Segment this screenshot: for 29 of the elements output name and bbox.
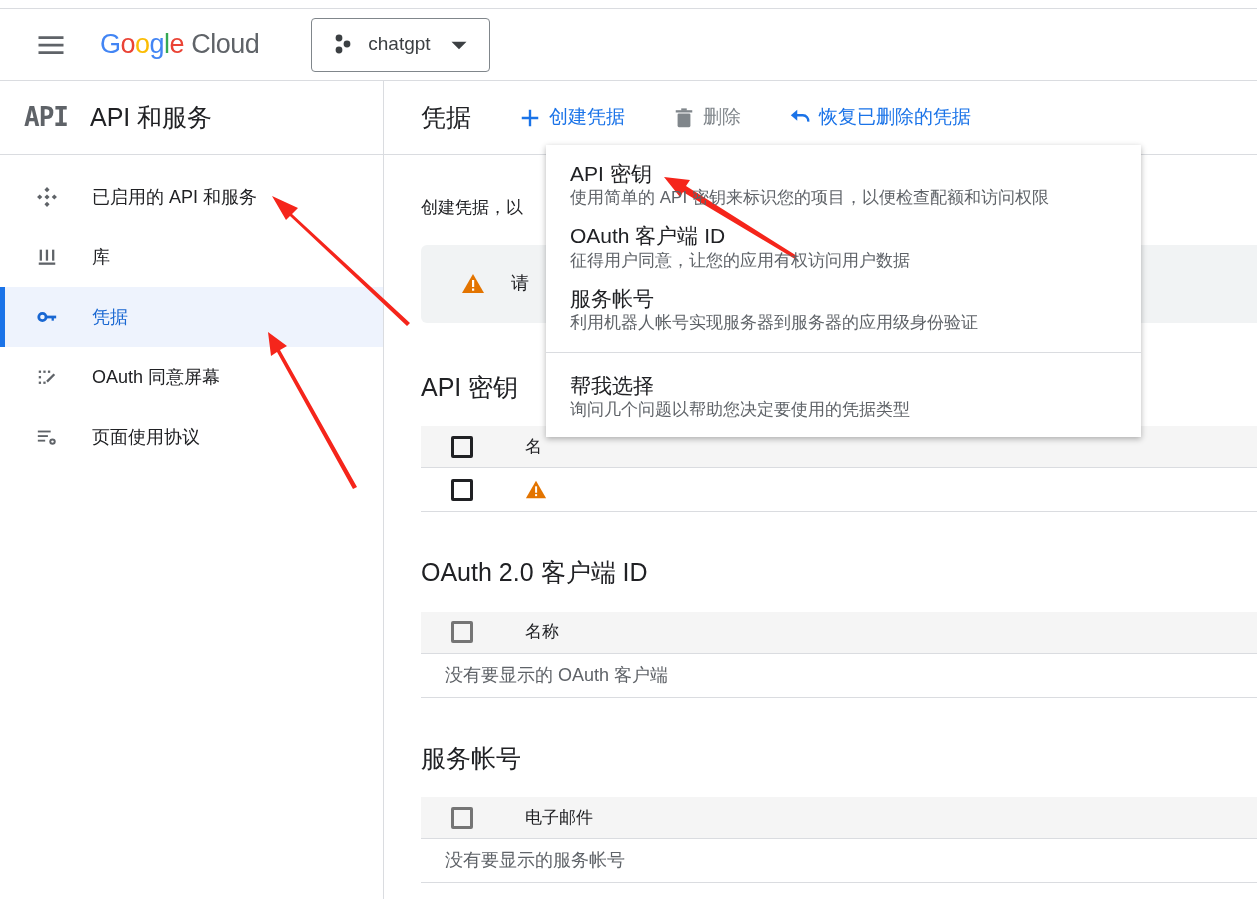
checkbox[interactable] [451, 435, 473, 458]
sidebar-title: API 和服务 [89, 101, 213, 133]
toolbar-button[interactable]: 创建凭据 [515, 103, 629, 132]
column-header: 电子邮件 [525, 806, 593, 829]
alert-text: 请 [511, 272, 529, 295]
menu-item[interactable]: 服务帐号 利用机器人帐号实现服务器到服务器的应用级身份验证 [546, 277, 1141, 341]
sidebar-item[interactable]: OAuth 同意屏幕 [0, 347, 383, 407]
menu-item[interactable]: 帮我选择 询问几个问题以帮助您决定要使用的凭据类型 [546, 365, 1141, 428]
checkbox[interactable] [451, 478, 473, 501]
project-selector[interactable]: chatgpt [311, 17, 490, 72]
empty-message: 没有要显示的服务帐号 [445, 849, 625, 872]
section-heading: 服务帐号 [421, 742, 521, 774]
empty-message: 没有要显示的 OAuth 客户端 [445, 663, 669, 687]
column-header: 名 [525, 435, 542, 458]
page-title: 凭据 [421, 101, 471, 133]
intro-text: 创建凭据，以 [421, 197, 523, 219]
section-heading: OAuth 2.0 客户端 ID [421, 557, 648, 588]
sidebar-item[interactable]: 页面使用协议 [0, 407, 383, 467]
menu-item[interactable]: OAuth 客户端 ID 征得用户同意，让您的应用有权访问用户数据 [546, 215, 1141, 278]
sidebar-item[interactable]: 已启用的 API 和服务 [0, 167, 383, 227]
section-heading: API 密钥 [421, 371, 519, 403]
diamond-dots-icon [36, 186, 58, 208]
logo-text: Google Cloud [100, 28, 260, 62]
column-header: 名称 [525, 621, 559, 644]
trash-icon [673, 106, 695, 129]
sidebar-item[interactable]: 凭据 [0, 287, 383, 347]
api-logo-text: API [24, 101, 68, 134]
toolbar-button[interactable]: 恢复已删除的凭据 [785, 103, 975, 132]
sidebar-item[interactable]: 库 [0, 227, 383, 287]
